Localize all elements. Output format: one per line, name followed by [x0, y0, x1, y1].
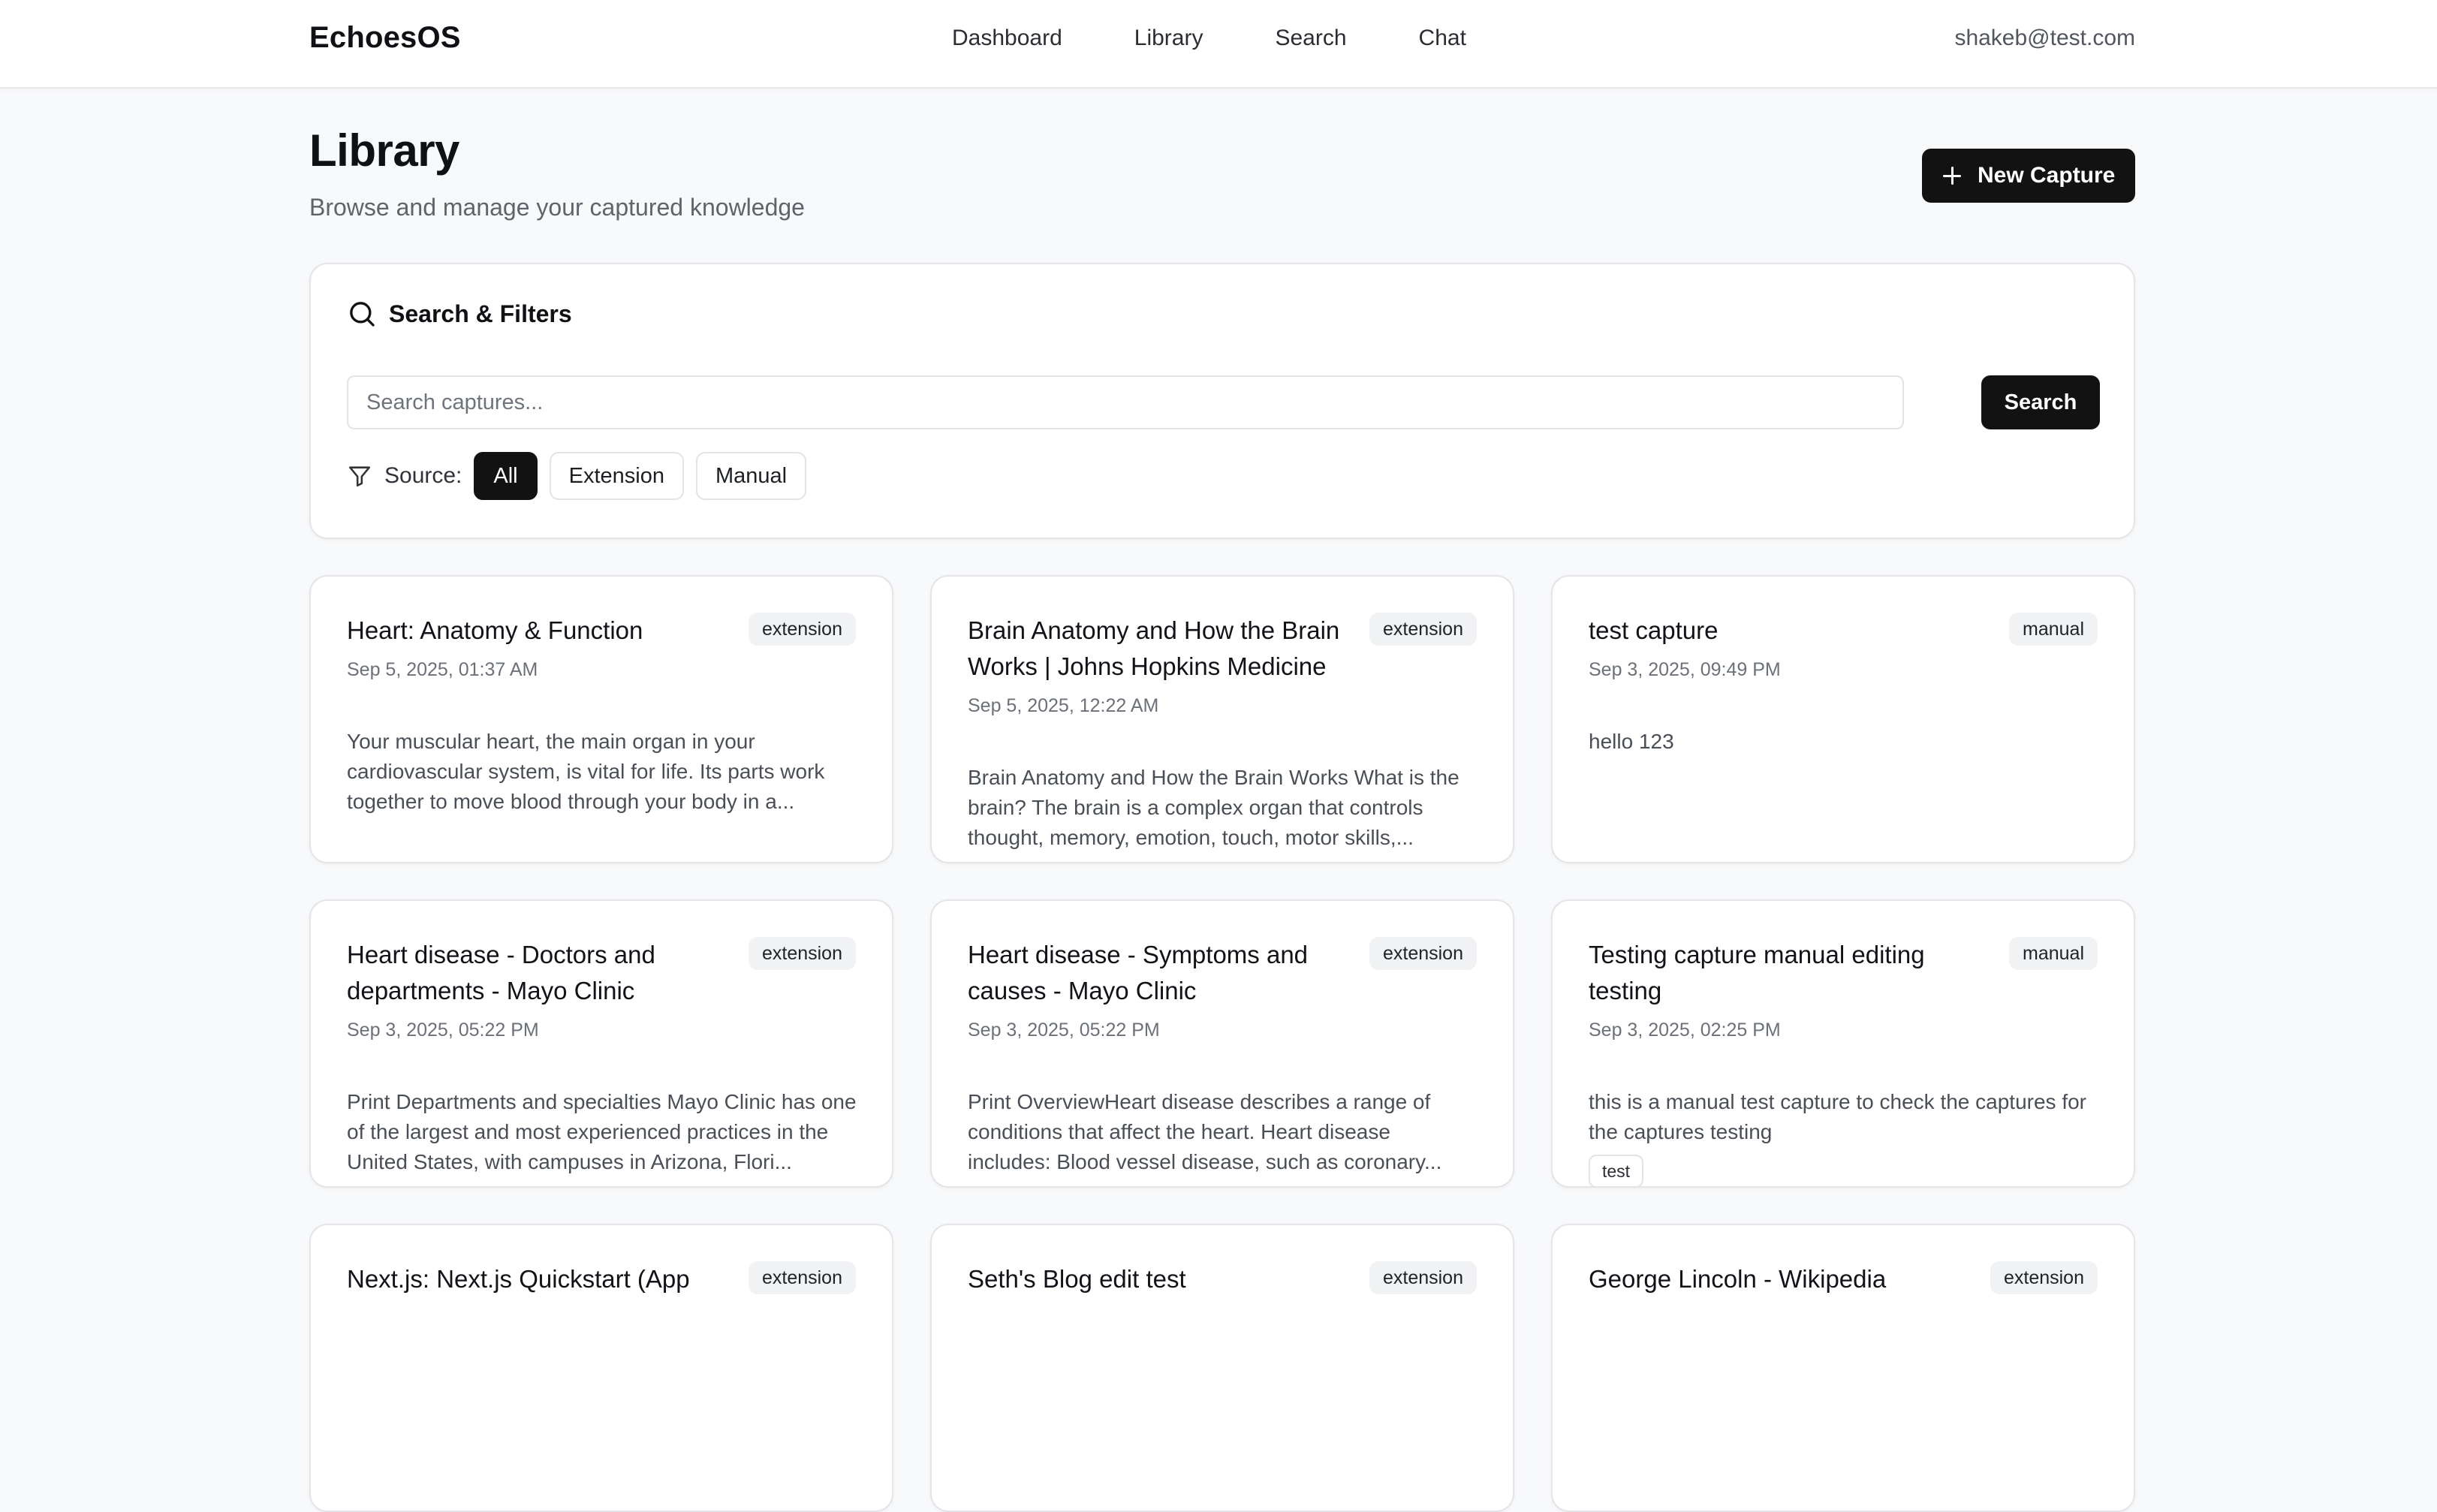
new-capture-label: New Capture	[1978, 163, 2116, 188]
user-email[interactable]: shakeb@test.com	[1954, 26, 2135, 51]
capture-card[interactable]: Brain Anatomy and How the Brain Works | …	[930, 575, 1514, 863]
source-badge: extension	[1369, 937, 1477, 970]
capture-card[interactable]: Seth's Blog edit test extension	[930, 1224, 1514, 1512]
new-capture-button[interactable]: New Capture	[1922, 149, 2135, 203]
page-title: Library	[309, 125, 459, 176]
source-label: Source:	[384, 463, 462, 488]
nav-dashboard[interactable]: Dashboard	[952, 26, 1062, 51]
capture-date: Sep 3, 2025, 09:49 PM	[1589, 659, 1781, 680]
source-badge: manual	[2009, 613, 2098, 646]
capture-excerpt: Print OverviewHeart disease describes a …	[968, 1090, 1442, 1173]
source-filter: Source: All Extension Manual	[347, 452, 807, 500]
capture-title: Seth's Blog edit test	[968, 1265, 1186, 1293]
source-badge: extension	[748, 1261, 856, 1294]
capture-title: Heart disease - Symptoms and causes - Ma…	[968, 941, 1309, 1004]
capture-date: Sep 5, 2025, 01:37 AM	[347, 659, 538, 680]
capture-card[interactable]: test capture manual Sep 3, 2025, 09:49 P…	[1551, 575, 2135, 863]
main-nav: Dashboard Library Search Chat	[952, 26, 1466, 51]
filters-heading: Search & Filters	[347, 299, 572, 329]
nav-search[interactable]: Search	[1275, 26, 1346, 51]
capture-excerpt: this is a manual test capture to check t…	[1589, 1090, 2087, 1143]
capture-title: Next.js: Next.js Quickstart (App	[347, 1265, 690, 1293]
capture-date: Sep 3, 2025, 02:25 PM	[1589, 1020, 1781, 1041]
source-chip-all[interactable]: All	[474, 452, 538, 500]
source-badge: extension	[1369, 613, 1477, 646]
capture-excerpt: Brain Anatomy and How the Brain Works Wh…	[968, 766, 1459, 849]
search-button[interactable]: Search	[1981, 375, 2100, 429]
page-subtitle: Browse and manage your captured knowledg…	[309, 194, 805, 221]
top-navbar: EchoesOS Dashboard Library Search Chat s…	[0, 0, 2437, 89]
source-badge: extension	[1990, 1261, 2098, 1294]
source-badge: manual	[2009, 937, 2098, 970]
capture-title: Brain Anatomy and How the Brain Works | …	[968, 616, 1340, 680]
search-input[interactable]	[347, 375, 1904, 429]
capture-date: Sep 3, 2025, 05:22 PM	[968, 1020, 1160, 1041]
capture-date: Sep 3, 2025, 05:22 PM	[347, 1020, 539, 1041]
filters-title: Search & Filters	[389, 300, 572, 327]
capture-card[interactable]: Heart: Anatomy & Function extension Sep …	[309, 575, 893, 863]
capture-excerpt: Your muscular heart, the main organ in y…	[347, 730, 825, 813]
brand-logo[interactable]: EchoesOS	[309, 21, 461, 55]
filter-icon	[348, 466, 371, 487]
capture-title: Testing capture manual editing testing	[1589, 941, 1925, 1004]
source-chip-manual[interactable]: Manual	[695, 452, 807, 500]
captures-grid: Heart: Anatomy & Function extension Sep …	[309, 575, 2135, 1512]
search-icon	[350, 302, 375, 327]
source-badge: extension	[1369, 1261, 1477, 1294]
capture-excerpt: hello 123	[1589, 730, 1674, 753]
capture-card[interactable]: Testing capture manual editing testing m…	[1551, 899, 2135, 1188]
capture-card[interactable]: George Lincoln - Wikipedia extension	[1551, 1224, 2135, 1512]
capture-card[interactable]: Next.js: Next.js Quickstart (App extensi…	[309, 1224, 893, 1512]
source-badge: extension	[748, 937, 856, 970]
capture-title: Heart disease - Doctors and departments …	[347, 941, 655, 1004]
capture-date: Sep 5, 2025, 12:22 AM	[968, 695, 1159, 716]
search-filters-panel: Search & Filters Search Source: All Exte…	[309, 263, 2135, 539]
capture-title: Heart: Anatomy & Function	[347, 616, 643, 644]
capture-card[interactable]: Heart disease - Doctors and departments …	[309, 899, 893, 1188]
plus-icon	[1943, 167, 1961, 185]
capture-tag[interactable]: test	[1589, 1155, 1644, 1188]
capture-title: test capture	[1589, 616, 1719, 644]
nav-chat[interactable]: Chat	[1419, 26, 1466, 51]
source-chip-extension[interactable]: Extension	[549, 452, 684, 500]
capture-title: George Lincoln - Wikipedia	[1589, 1265, 1887, 1293]
nav-library[interactable]: Library	[1134, 26, 1203, 51]
source-badge: extension	[748, 613, 856, 646]
capture-card[interactable]: Heart disease - Symptoms and causes - Ma…	[930, 899, 1514, 1188]
capture-excerpt: Print Departments and specialties Mayo C…	[347, 1090, 857, 1173]
